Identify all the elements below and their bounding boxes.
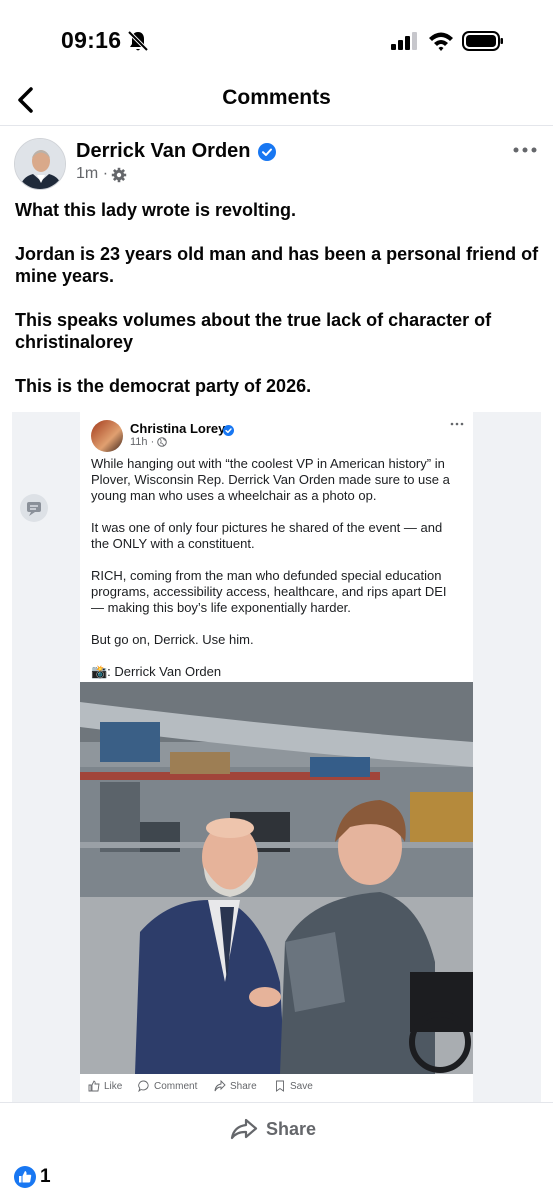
post-paragraph: Jordan is 23 years old man and has been …: [15, 244, 539, 286]
meta-separator: ·: [102, 165, 109, 182]
avatar[interactable]: [14, 138, 66, 190]
embedded-paragraph: But go on, Derrick. Use him.: [91, 632, 254, 647]
post-time: 1m: [76, 165, 99, 182]
status-time: 09:16: [61, 27, 122, 53]
verified-badge-icon: [223, 425, 234, 436]
embedded-post-card: Christina Lorey 11h · While hanging out …: [80, 412, 473, 1102]
comment-icon: [138, 1080, 149, 1092]
embedded-save-action: Save: [274, 1080, 313, 1092]
share-bar: Share: [0, 1102, 553, 1152]
post-image[interactable]: Christina Lorey 11h · While hanging out …: [12, 412, 541, 1102]
share-icon: [214, 1080, 226, 1092]
reaction-count: 1: [40, 1166, 51, 1187]
status-bar: 09:16: [0, 0, 553, 80]
signal-icon: [391, 32, 417, 50]
page-title: Comments: [222, 86, 331, 109]
comment-bubble-icon: [20, 494, 48, 522]
embedded-action-label: Comment: [154, 1080, 198, 1092]
globe-icon: [157, 437, 167, 447]
embedded-action-label: Save: [290, 1080, 313, 1092]
bell-slash-icon: [127, 30, 149, 52]
embedded-action-label: Like: [104, 1080, 123, 1092]
battery-icon: [462, 31, 503, 51]
embedded-time: 11h: [130, 436, 148, 448]
thumbs-up-icon: [88, 1080, 100, 1092]
post-paragraph: This is the democrat party of 2026.: [15, 376, 312, 396]
post-body: What this lady wrote is revolting. Jorda…: [15, 199, 540, 419]
bookmark-icon: [276, 1080, 284, 1092]
gear-icon: [111, 167, 127, 183]
more-options-icon: [450, 422, 464, 426]
embedded-share-action: Share: [214, 1080, 257, 1092]
embedded-paragraph: While hanging out with “the coolest VP i…: [91, 456, 450, 503]
embedded-paragraph: RICH, coming from the man who defunded s…: [91, 568, 447, 615]
share-icon: [230, 1118, 258, 1140]
embedded-paragraph: 📸: Derrick Van Orden: [91, 664, 222, 679]
reactions-summary[interactable]: 1: [14, 1165, 51, 1189]
embedded-photo: [80, 682, 473, 1074]
like-reaction-icon: [14, 1166, 36, 1188]
post-header: Derrick Van Orden 1m ·: [0, 126, 553, 196]
embedded-paragraph: It was one of only four pictures he shar…: [91, 520, 443, 551]
meta-separator: ·: [150, 436, 155, 448]
nav-bar: Comments: [0, 80, 553, 126]
verified-badge-icon: [258, 143, 276, 161]
post-paragraph: What this lady wrote is revolting.: [15, 200, 297, 220]
embedded-like-action: Like: [88, 1080, 122, 1092]
wifi-icon: [429, 32, 453, 51]
embedded-meta: 11h ·: [130, 436, 154, 448]
embedded-avatar: [91, 420, 123, 452]
embedded-actions: Like Comment Share Save: [80, 1076, 473, 1098]
more-options-icon[interactable]: [513, 146, 537, 154]
post-paragraph: This speaks volumes about the true lack …: [15, 310, 492, 352]
embedded-author: Christina Lorey: [130, 421, 226, 436]
post-meta: 1m ·: [76, 165, 108, 183]
author-name[interactable]: Derrick Van Orden: [76, 140, 251, 163]
embedded-comment-action: Comment: [138, 1080, 197, 1092]
embedded-post-body: While hanging out with “the coolest VP i…: [91, 456, 463, 696]
share-label: Share: [266, 1118, 317, 1139]
share-button[interactable]: Share: [230, 1115, 316, 1143]
embedded-action-label: Share: [230, 1080, 257, 1092]
